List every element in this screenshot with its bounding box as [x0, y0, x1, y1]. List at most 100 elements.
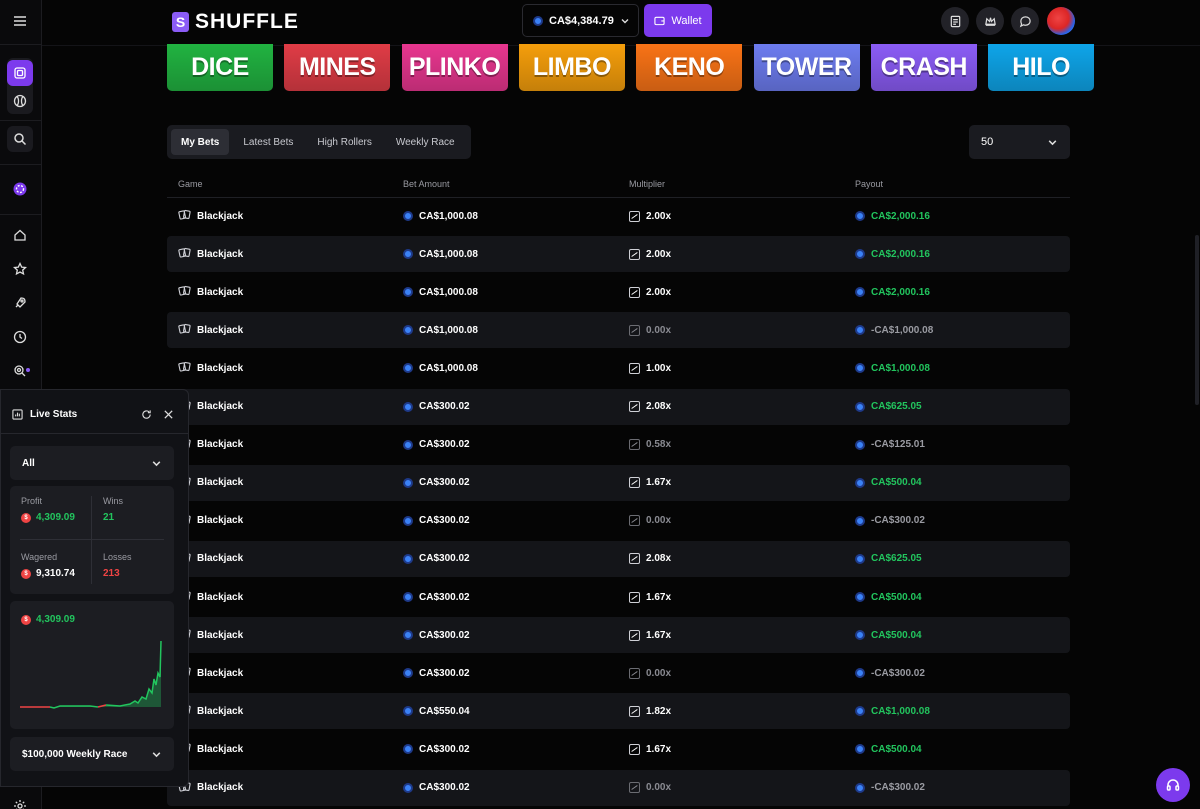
payout-cell: CA$2,000.16: [855, 274, 930, 310]
cad-coin-icon: [855, 592, 865, 602]
game-cell[interactable]: Blackjack: [178, 198, 243, 234]
table-row[interactable]: Blackjack CA$1,000.08 2.00x CA$2,000.16: [167, 198, 1070, 234]
table-row[interactable]: Blackjack CA$300.02 0.00x -CA$300.02: [167, 503, 1070, 539]
sports-icon[interactable]: [7, 88, 33, 114]
live-stats-panel: Live Stats All Profit $4,309.09 Wins 21 …: [0, 389, 189, 787]
header-bet-amount: Bet Amount: [403, 179, 450, 189]
table-row[interactable]: Blackjack CA$550.04 1.82x CA$1,000.08: [167, 693, 1070, 730]
multiplier: 1.67x: [646, 477, 672, 489]
game-tile-label: KENO: [654, 53, 725, 81]
casino-icon[interactable]: [7, 60, 33, 86]
rocket-icon[interactable]: [7, 290, 33, 316]
favorites-star-icon[interactable]: [7, 256, 33, 282]
cad-coin-icon: [855, 744, 865, 755]
bet-amount-cell: CA$300.02: [403, 427, 470, 463]
cad-coin-icon: [403, 782, 413, 793]
bet-amount-cell: CA$1,000.08: [403, 312, 478, 348]
weekly-race-select[interactable]: $100,000 Weekly Race: [10, 737, 174, 771]
bet-amount-cell: CA$1,000.08: [403, 198, 478, 234]
game-tile-crash[interactable]: CRASH: [870, 44, 977, 91]
tab-my-bets[interactable]: My Bets: [171, 129, 230, 155]
table-row[interactable]: Blackjack CA$300.02 2.08x CA$625.05: [167, 540, 1070, 577]
game-tile-keno[interactable]: KENO: [636, 44, 743, 91]
wagered-value: $9,310.74: [21, 568, 75, 579]
table-row[interactable]: Blackjack CA$300.02 2.08x CA$625.05: [167, 388, 1070, 425]
table-row[interactable]: Blackjack CA$300.02 0.00x -CA$300.02: [167, 769, 1070, 806]
table-row[interactable]: Blackjack CA$300.02 0.00x -CA$300.02: [167, 655, 1070, 691]
refresh-icon[interactable]: [141, 409, 152, 420]
bets-table-header: Game Bet Amount Multiplier Payout: [167, 172, 1070, 198]
bet-amount-cell: CA$300.02: [403, 655, 470, 691]
table-row[interactable]: Blackjack CA$300.02 1.67x CA$500.04: [167, 617, 1070, 654]
game-tile-hilo[interactable]: HILO: [988, 44, 1095, 91]
rows-limit-select[interactable]: 50: [969, 125, 1070, 159]
balance-selector[interactable]: CA$4,384.79: [522, 4, 639, 37]
vip-chip-icon[interactable]: [7, 176, 33, 202]
chat-icon[interactable]: [1011, 7, 1039, 35]
menu-icon[interactable]: [7, 8, 33, 34]
search-icon[interactable]: [7, 126, 33, 152]
multiplier: 0.00x: [646, 667, 672, 679]
close-icon[interactable]: [163, 409, 174, 420]
settings-icon[interactable]: [7, 793, 33, 809]
multiplier: 0.00x: [646, 515, 672, 527]
table-row[interactable]: Blackjack CA$1,000.08 2.00x CA$2,000.16: [167, 236, 1070, 273]
cards-icon: [178, 284, 191, 300]
game-tile-dice[interactable]: DICE: [167, 44, 273, 91]
support-headset-button[interactable]: [1156, 768, 1190, 802]
multiplier-chart-icon: [629, 477, 640, 489]
multiplier: 2.08x: [646, 401, 672, 412]
table-row[interactable]: Blackjack CA$1,000.08 0.00x -CA$1,000.08: [167, 312, 1070, 349]
tab-high-rollers[interactable]: High Rollers: [307, 129, 381, 155]
game-cell[interactable]: Blackjack: [178, 274, 243, 310]
vip-crown-icon[interactable]: [976, 7, 1004, 35]
game-tile-label: CRASH: [880, 53, 968, 81]
bet-amount: CA$300.02: [419, 553, 470, 565]
game-tile-plinko[interactable]: PLINKO: [401, 44, 508, 91]
tab-latest-bets[interactable]: Latest Bets: [233, 129, 303, 155]
table-row[interactable]: Blackjack CA$300.02 1.67x CA$500.04: [167, 579, 1070, 615]
cad-coin-icon: [855, 287, 865, 298]
logo[interactable]: S SHUFFLE: [172, 10, 299, 34]
user-avatar[interactable]: [1047, 7, 1075, 35]
multiplier-chart-icon: [629, 743, 640, 755]
bet-history-icon[interactable]: [941, 7, 969, 35]
cad-coin-icon: [403, 249, 413, 260]
cad-coin-icon: [855, 325, 865, 336]
game-cell[interactable]: Blackjack: [178, 236, 243, 272]
payout-cell: CA$1,000.08: [855, 693, 930, 729]
cards-icon: [178, 360, 191, 376]
multiplier: 1.67x: [646, 743, 672, 755]
game-name: Blackjack: [197, 782, 244, 793]
table-row[interactable]: Blackjack CA$300.02 0.58x -CA$125.01: [167, 427, 1070, 463]
recent-clock-icon[interactable]: [7, 324, 33, 350]
payout: -CA$300.02: [871, 667, 925, 679]
game-tile-mines[interactable]: MINES: [284, 44, 391, 91]
payout: -CA$300.02: [871, 515, 925, 527]
bet-amount: CA$1,000.08: [419, 248, 478, 260]
cad-coin-icon: [403, 668, 413, 679]
multiplier-cell: 0.00x: [629, 655, 671, 691]
tab-weekly-race[interactable]: Weekly Race: [386, 129, 465, 155]
cad-coin-icon: [855, 668, 865, 679]
multiplier-cell: 2.00x: [629, 274, 671, 310]
table-row[interactable]: Blackjack CA$300.02 1.67x CA$500.04: [167, 464, 1070, 501]
bet-amount-cell: CA$300.02: [403, 465, 470, 501]
bet-amount-cell: CA$300.02: [403, 389, 470, 425]
stats-bar-icon: [12, 409, 23, 420]
page-scrollbar[interactable]: [1195, 235, 1199, 405]
live-stats-filter[interactable]: All: [10, 446, 174, 480]
game-tile-limbo[interactable]: LIMBO: [518, 44, 625, 91]
wallet-button[interactable]: Wallet: [644, 4, 712, 37]
game-cell[interactable]: Blackjack: [178, 312, 243, 348]
home-icon[interactable]: [7, 222, 33, 248]
cad-coin-icon: [403, 744, 413, 755]
table-row[interactable]: Blackjack CA$1,000.08 1.00x CA$1,000.08: [167, 350, 1070, 386]
game-tile-tower[interactable]: TOWER: [753, 44, 860, 91]
profit-label: Profit: [21, 496, 43, 506]
cad-coin-icon: [855, 211, 865, 221]
table-row[interactable]: Blackjack CA$300.02 1.67x CA$500.04: [167, 731, 1070, 767]
table-row[interactable]: Blackjack CA$1,000.08 2.00x CA$2,000.16: [167, 274, 1070, 310]
game-cell[interactable]: Blackjack: [178, 350, 243, 386]
top-bar: S SHUFFLE CA$4,384.79 Wallet: [42, 0, 1200, 46]
